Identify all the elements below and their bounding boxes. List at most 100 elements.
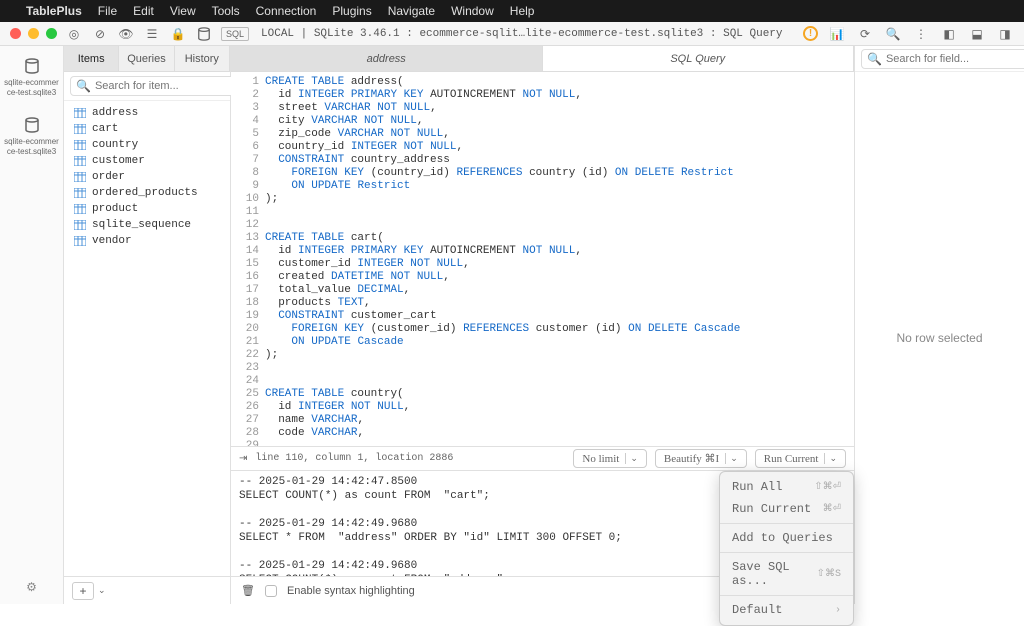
lock-icon[interactable]: 🔒 bbox=[169, 25, 187, 43]
table-icon bbox=[74, 220, 86, 230]
close-window-button[interactable] bbox=[10, 28, 21, 39]
table-icon bbox=[74, 204, 86, 214]
dropdown-item[interactable]: Save SQL as...⇧⌘S bbox=[720, 556, 853, 592]
run-button[interactable]: Run Current⌄ bbox=[755, 449, 846, 468]
dropdown-item[interactable]: Run Current⌘⏎ bbox=[720, 498, 853, 520]
refresh-icon[interactable]: ⟳ bbox=[856, 25, 874, 43]
sidebar: Items Queries History 🔍 ⊞ addresscartcou… bbox=[64, 46, 231, 604]
bottom-panel-icon[interactable]: ⬓ bbox=[968, 25, 986, 43]
table-row-country[interactable]: country bbox=[64, 137, 230, 153]
connection-label: sqlite-ecommer ce-test.sqlite3 bbox=[4, 78, 59, 97]
syntax-label: Enable syntax highlighting bbox=[287, 585, 415, 597]
database-icon[interactable] bbox=[195, 25, 213, 43]
menu-help[interactable]: Help bbox=[510, 4, 535, 18]
detail-empty-state: No row selected bbox=[855, 72, 1024, 604]
table-icon bbox=[74, 236, 86, 246]
field-search[interactable]: 🔍 bbox=[861, 49, 1024, 69]
table-row-cart[interactable]: cart bbox=[64, 121, 230, 137]
table-icon bbox=[74, 124, 86, 134]
table-row-customer[interactable]: customer bbox=[64, 153, 230, 169]
menu-navigate[interactable]: Navigate bbox=[388, 4, 435, 18]
target-icon[interactable]: ◎ bbox=[65, 25, 83, 43]
connection-item-0[interactable]: sqlite-ecommer ce-test.sqlite3 bbox=[4, 58, 59, 97]
beautify-button[interactable]: Beautify ⌘I⌄ bbox=[655, 449, 747, 468]
eye-icon[interactable]: 👁 bbox=[117, 25, 135, 43]
sidebar-search[interactable]: 🔍 bbox=[70, 76, 243, 96]
table-icon bbox=[74, 156, 86, 166]
table-name: address bbox=[92, 107, 138, 119]
fullscreen-window-button[interactable] bbox=[46, 28, 57, 39]
cursor-position: line 110, column 1, location 2886 bbox=[255, 453, 453, 464]
code-editor[interactable]: 1 2 3 4 5 6 7 8 9 10 11 12 13 14 15 16 1… bbox=[231, 72, 854, 446]
field-search-input[interactable] bbox=[886, 53, 1024, 65]
connection-path: LOCAL | SQLite 3.46.1 : ecommerce-sqlit…… bbox=[261, 28, 795, 40]
menu-connection[interactable]: Connection bbox=[256, 4, 317, 18]
table-name: product bbox=[92, 203, 138, 215]
menu-window[interactable]: Window bbox=[451, 4, 494, 18]
filetab-address[interactable]: address bbox=[231, 46, 543, 71]
stop-icon[interactable]: ⊘ bbox=[91, 25, 109, 43]
connection-item-1[interactable]: sqlite-ecommer ce-test.sqlite3 bbox=[4, 117, 59, 156]
indent-icon[interactable]: ⇥ bbox=[239, 453, 247, 465]
chart-icon[interactable]: 📊 bbox=[828, 25, 846, 43]
tab-history[interactable]: History bbox=[175, 46, 230, 71]
table-name: cart bbox=[92, 123, 118, 135]
code-area[interactable]: CREATE TABLE address( id INTEGER PRIMARY… bbox=[265, 72, 854, 446]
table-name: sqlite_sequence bbox=[92, 219, 191, 231]
sidebar-footer: + ⌄ bbox=[64, 576, 230, 604]
list-icon[interactable]: ☰ bbox=[143, 25, 161, 43]
table-icon bbox=[74, 172, 86, 182]
search-icon: 🔍 bbox=[76, 79, 91, 93]
trash-icon[interactable]: 🗑 bbox=[241, 584, 255, 597]
table-list: address cart country customer order ordered_p… bbox=[64, 101, 230, 576]
connection-column: sqlite-ecommer ce-test.sqlite3 sqlite-ec… bbox=[0, 46, 64, 604]
menu-plugins[interactable]: Plugins bbox=[332, 4, 371, 18]
table-row-vendor[interactable]: vendor bbox=[64, 233, 230, 249]
connection-label: sqlite-ecommer ce-test.sqlite3 bbox=[4, 137, 59, 156]
app-name[interactable]: TablePlus bbox=[26, 4, 82, 18]
search-icon: 🔍 bbox=[867, 52, 882, 66]
table-icon bbox=[74, 188, 86, 198]
menu-file[interactable]: File bbox=[98, 4, 117, 18]
table-name: vendor bbox=[92, 235, 132, 247]
menu-tools[interactable]: Tools bbox=[212, 4, 240, 18]
limit-select[interactable]: No limit⌄ bbox=[573, 449, 647, 468]
right-panel-icon[interactable]: ◨ bbox=[996, 25, 1014, 43]
dropdown-item[interactable]: Default› bbox=[720, 599, 853, 621]
menu-edit[interactable]: Edit bbox=[133, 4, 154, 18]
table-row-order[interactable]: order bbox=[64, 169, 230, 185]
table-name: customer bbox=[92, 155, 145, 167]
sql-badge[interactable]: SQL bbox=[221, 27, 249, 41]
add-button[interactable]: + bbox=[72, 582, 94, 600]
detail-panel: 🔍 ⊞ No row selected bbox=[854, 46, 1024, 604]
sidebar-tabs: Items Queries History bbox=[64, 46, 230, 72]
table-name: country bbox=[92, 139, 138, 151]
tab-items[interactable]: Items bbox=[64, 46, 119, 71]
table-icon bbox=[74, 108, 86, 118]
table-row-ordered_products[interactable]: ordered_products bbox=[64, 185, 230, 201]
line-gutter: 1 2 3 4 5 6 7 8 9 10 11 12 13 14 15 16 1… bbox=[231, 72, 265, 446]
search-toolbar-icon[interactable]: 🔍 bbox=[884, 25, 902, 43]
macos-menubar: TablePlus File Edit View Tools Connectio… bbox=[0, 0, 1024, 22]
chevron-down-icon[interactable]: ⌄ bbox=[98, 585, 106, 596]
syntax-checkbox[interactable] bbox=[265, 585, 277, 597]
menu-view[interactable]: View bbox=[170, 4, 196, 18]
table-row-product[interactable]: product bbox=[64, 201, 230, 217]
warning-icon[interactable]: ! bbox=[803, 26, 818, 41]
sidebar-search-input[interactable] bbox=[95, 80, 237, 92]
minimize-window-button[interactable] bbox=[28, 28, 39, 39]
traffic-lights bbox=[10, 28, 57, 39]
more-icon[interactable]: ⋮ bbox=[912, 25, 930, 43]
table-row-sqlite_sequence[interactable]: sqlite_sequence bbox=[64, 217, 230, 233]
table-icon bbox=[74, 140, 86, 150]
dropdown-item[interactable]: Add to Queries bbox=[720, 527, 853, 549]
run-dropdown: Run All⇧⌘⏎Run Current⌘⏎ Add to Queries Sav… bbox=[719, 471, 854, 626]
settings-icon[interactable]: ⚙ bbox=[26, 580, 37, 594]
tab-queries[interactable]: Queries bbox=[119, 46, 174, 71]
dropdown-item[interactable]: Run All⇧⌘⏎ bbox=[720, 476, 853, 498]
left-panel-icon[interactable]: ◧ bbox=[940, 25, 958, 43]
table-row-address[interactable]: address bbox=[64, 105, 230, 121]
table-name: order bbox=[92, 171, 125, 183]
window-toolbar: ◎ ⊘ 👁 ☰ 🔒 SQL LOCAL | SQLite 3.46.1 : ec… bbox=[0, 22, 1024, 46]
filetab-sqlquery[interactable]: SQL Query bbox=[543, 46, 855, 71]
